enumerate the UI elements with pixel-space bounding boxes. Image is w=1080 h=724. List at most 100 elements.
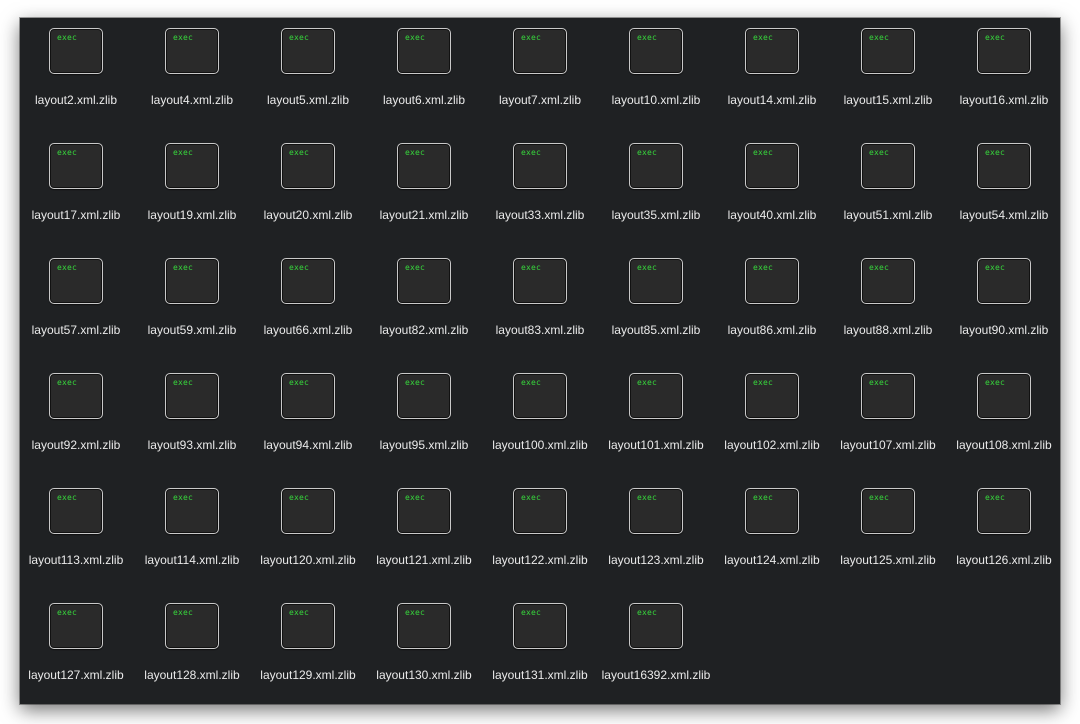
exec-label: exec — [289, 148, 310, 157]
file-item[interactable]: exec layout19.xml.zlib — [134, 143, 250, 258]
terminal-exec-icon: exec — [281, 258, 335, 304]
file-item[interactable]: exec layout102.xml.zlib — [714, 373, 830, 488]
file-name-label: layout120.xml.zlib — [260, 553, 356, 567]
terminal-exec-icon: exec — [977, 143, 1031, 189]
exec-label: exec — [173, 263, 194, 272]
file-item[interactable]: exec layout129.xml.zlib — [250, 603, 366, 704]
file-item[interactable]: exec layout16392.xml.zlib — [598, 603, 714, 704]
exec-label: exec — [173, 148, 194, 157]
file-item[interactable]: exec layout95.xml.zlib — [366, 373, 482, 488]
file-item[interactable]: exec layout83.xml.zlib — [482, 258, 598, 373]
file-item[interactable]: exec layout114.xml.zlib — [134, 488, 250, 603]
file-item[interactable]: exec layout7.xml.zlib — [482, 28, 598, 143]
file-item[interactable]: exec layout4.xml.zlib — [134, 28, 250, 143]
file-item[interactable]: exec layout88.xml.zlib — [830, 258, 946, 373]
file-item[interactable]: exec layout15.xml.zlib — [830, 28, 946, 143]
exec-label: exec — [869, 148, 890, 157]
terminal-exec-icon: exec — [977, 373, 1031, 419]
file-item[interactable]: exec layout54.xml.zlib — [946, 143, 1060, 258]
file-name-label: layout93.xml.zlib — [147, 438, 237, 452]
file-name-label: layout108.xml.zlib — [956, 438, 1052, 452]
file-item[interactable]: exec layout94.xml.zlib — [250, 373, 366, 488]
terminal-exec-icon: exec — [281, 603, 335, 649]
file-name-label: layout131.xml.zlib — [492, 668, 588, 682]
file-item[interactable]: exec layout86.xml.zlib — [714, 258, 830, 373]
file-item[interactable]: exec layout33.xml.zlib — [482, 143, 598, 258]
file-name-label: layout20.xml.zlib — [263, 208, 353, 222]
file-item[interactable]: exec layout6.xml.zlib — [366, 28, 482, 143]
terminal-exec-icon: exec — [861, 488, 915, 534]
terminal-exec-icon: exec — [513, 258, 567, 304]
file-name-label: layout88.xml.zlib — [843, 323, 933, 337]
file-name-label: layout124.xml.zlib — [724, 553, 820, 567]
file-item[interactable]: exec layout40.xml.zlib — [714, 143, 830, 258]
terminal-exec-icon: exec — [861, 373, 915, 419]
file-item[interactable]: exec layout93.xml.zlib — [134, 373, 250, 488]
file-name-label: layout95.xml.zlib — [379, 438, 469, 452]
file-item[interactable]: exec layout131.xml.zlib — [482, 603, 598, 704]
file-item[interactable]: exec layout107.xml.zlib — [830, 373, 946, 488]
file-item[interactable]: exec layout124.xml.zlib — [714, 488, 830, 603]
exec-label: exec — [405, 263, 426, 272]
file-item[interactable]: exec layout101.xml.zlib — [598, 373, 714, 488]
file-item[interactable]: exec layout121.xml.zlib — [366, 488, 482, 603]
exec-label: exec — [985, 263, 1006, 272]
exec-label: exec — [637, 378, 658, 387]
terminal-exec-icon: exec — [861, 28, 915, 74]
file-item[interactable]: exec layout59.xml.zlib — [134, 258, 250, 373]
file-item[interactable]: exec layout5.xml.zlib — [250, 28, 366, 143]
terminal-exec-icon: exec — [281, 28, 335, 74]
file-item[interactable]: exec layout10.xml.zlib — [598, 28, 714, 143]
exec-label: exec — [173, 493, 194, 502]
file-item[interactable]: exec layout82.xml.zlib — [366, 258, 482, 373]
terminal-exec-icon: exec — [397, 603, 451, 649]
file-name-label: layout127.xml.zlib — [28, 668, 124, 682]
file-item[interactable]: exec layout127.xml.zlib — [20, 603, 134, 704]
exec-label: exec — [289, 263, 310, 272]
file-item[interactable]: exec layout35.xml.zlib — [598, 143, 714, 258]
file-item[interactable]: exec layout85.xml.zlib — [598, 258, 714, 373]
file-item[interactable]: exec layout108.xml.zlib — [946, 373, 1060, 488]
exec-label: exec — [753, 33, 774, 42]
file-item[interactable]: exec layout21.xml.zlib — [366, 143, 482, 258]
exec-label: exec — [521, 148, 542, 157]
exec-label: exec — [753, 148, 774, 157]
exec-label: exec — [57, 378, 78, 387]
file-item[interactable]: exec layout66.xml.zlib — [250, 258, 366, 373]
file-name-label: layout130.xml.zlib — [376, 668, 472, 682]
file-item[interactable]: exec layout16.xml.zlib — [946, 28, 1060, 143]
terminal-exec-icon: exec — [397, 373, 451, 419]
file-item[interactable]: exec layout17.xml.zlib — [20, 143, 134, 258]
file-item[interactable]: exec layout100.xml.zlib — [482, 373, 598, 488]
file-name-label: layout19.xml.zlib — [147, 208, 237, 222]
terminal-exec-icon: exec — [513, 488, 567, 534]
file-name-label: layout83.xml.zlib — [495, 323, 585, 337]
file-item[interactable]: exec layout90.xml.zlib — [946, 258, 1060, 373]
exec-label: exec — [405, 493, 426, 502]
file-item[interactable]: exec layout51.xml.zlib — [830, 143, 946, 258]
terminal-exec-icon: exec — [745, 28, 799, 74]
file-item[interactable]: exec layout123.xml.zlib — [598, 488, 714, 603]
terminal-exec-icon: exec — [49, 373, 103, 419]
file-item[interactable]: exec layout120.xml.zlib — [250, 488, 366, 603]
file-item[interactable]: exec layout130.xml.zlib — [366, 603, 482, 704]
exec-label: exec — [753, 493, 774, 502]
terminal-exec-icon: exec — [629, 488, 683, 534]
exec-label: exec — [985, 378, 1006, 387]
file-item[interactable]: exec layout57.xml.zlib — [20, 258, 134, 373]
exec-label: exec — [173, 378, 194, 387]
terminal-exec-icon: exec — [629, 143, 683, 189]
file-item[interactable]: exec layout113.xml.zlib — [20, 488, 134, 603]
terminal-exec-icon: exec — [281, 143, 335, 189]
file-item[interactable]: exec layout122.xml.zlib — [482, 488, 598, 603]
file-item[interactable]: exec layout126.xml.zlib — [946, 488, 1060, 603]
file-item[interactable]: exec layout128.xml.zlib — [134, 603, 250, 704]
file-name-label: layout100.xml.zlib — [492, 438, 588, 452]
file-item[interactable]: exec layout125.xml.zlib — [830, 488, 946, 603]
file-item[interactable]: exec layout2.xml.zlib — [20, 28, 134, 143]
file-item[interactable]: exec layout20.xml.zlib — [250, 143, 366, 258]
file-item[interactable]: exec layout14.xml.zlib — [714, 28, 830, 143]
file-name-label: layout51.xml.zlib — [843, 208, 933, 222]
file-name-label: layout101.xml.zlib — [608, 438, 704, 452]
file-item[interactable]: exec layout92.xml.zlib — [20, 373, 134, 488]
